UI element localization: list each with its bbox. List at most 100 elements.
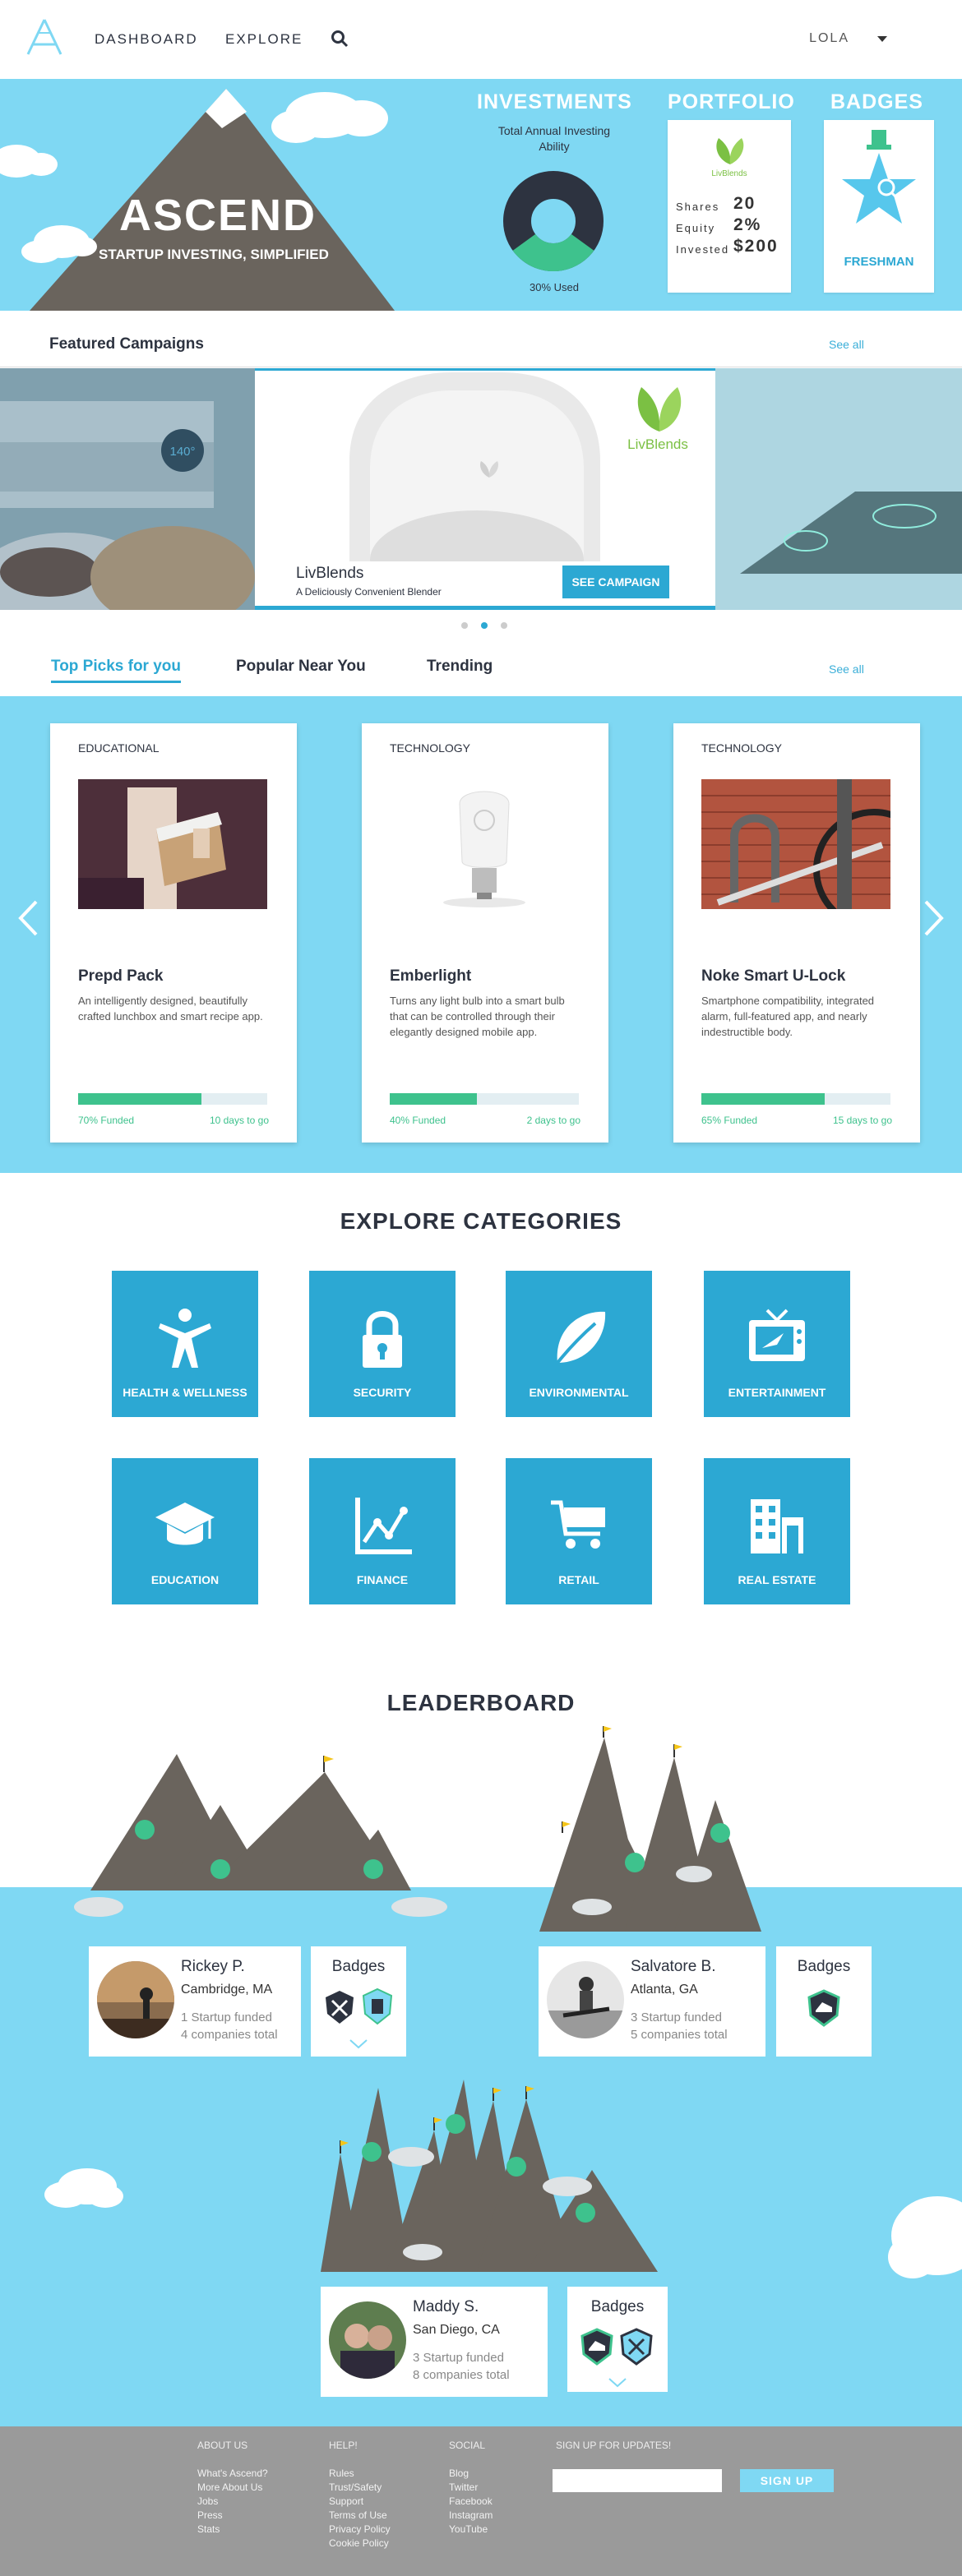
category-label: REAL ESTATE — [738, 1573, 816, 1586]
badge-card[interactable]: FRESHMAN — [824, 120, 934, 293]
carousel-dot[interactable] — [501, 622, 507, 629]
ascend-logo-icon[interactable] — [23, 16, 66, 58]
leader-badges-card[interactable]: Badges — [776, 1946, 872, 2057]
category-environmental[interactable]: ENVIRONMENTAL — [506, 1271, 652, 1417]
badges-label: Badges — [797, 1958, 851, 1975]
emberlight-image — [390, 779, 579, 909]
category-education[interactable]: EDUCATION — [112, 1458, 258, 1604]
cooktop-image — [715, 368, 962, 610]
chevron-down-icon[interactable] — [608, 2377, 627, 2389]
portfolio-row-value: 20 — [733, 194, 756, 213]
nav-explore[interactable]: EXPLORE — [225, 31, 303, 48]
user-menu[interactable]: LOLA — [809, 31, 849, 46]
signup-email-input[interactable] — [553, 2469, 722, 2492]
tab-top-picks[interactable]: Top Picks for you — [51, 658, 181, 676]
leader-total: 8 companies total — [413, 2368, 510, 2382]
footer-link[interactable]: Privacy Policy — [329, 2523, 391, 2535]
footer-link[interactable]: Press — [197, 2509, 223, 2521]
person-icon — [159, 1309, 211, 1368]
category-entertainment[interactable]: ENTERTAINMENT — [704, 1271, 850, 1417]
leader-badges-card[interactable]: Badges — [567, 2287, 668, 2392]
footer-about-heading: ABOUT US — [197, 2440, 248, 2451]
featured-brand: LivBlends — [627, 436, 688, 452]
funded-percent: 65% Funded — [701, 1115, 758, 1126]
footer-link[interactable]: Facebook — [449, 2495, 493, 2507]
carousel-slide-next[interactable] — [715, 368, 962, 610]
pick-category: TECHNOLOGY — [701, 741, 783, 755]
footer-link[interactable]: Cookie Policy — [329, 2537, 389, 2549]
footer-link[interactable]: Blog — [449, 2468, 469, 2479]
pick-category: EDUCATIONAL — [78, 741, 160, 755]
footer: ABOUT US What's Ascend? More About Us Jo… — [0, 2426, 962, 2576]
hero-title: ASCEND — [119, 191, 317, 240]
leaf-icon — [637, 387, 682, 432]
funded-percent: 40% Funded — [390, 1115, 446, 1126]
category-security[interactable]: SECURITY — [309, 1271, 456, 1417]
footer-link[interactable]: What's Ascend? — [197, 2468, 268, 2479]
tab-popular-near-you[interactable]: Popular Near You — [236, 658, 366, 676]
category-real-estate[interactable]: REAL ESTATE — [704, 1458, 850, 1604]
footer-link[interactable]: Support — [329, 2495, 363, 2507]
featured-see-all-link[interactable]: See all — [829, 338, 864, 351]
graduation-cap-icon — [155, 1503, 215, 1545]
nav-dashboard[interactable]: DASHBOARD — [95, 31, 198, 48]
pick-card[interactable]: TECHNOLOGY Emberlight Turns any light bu… — [362, 723, 608, 1143]
leader-card[interactable]: Maddy S. San Diego, CA 3 Startup funded … — [321, 2287, 548, 2397]
category-label: ENVIRONMENTAL — [529, 1386, 629, 1399]
pick-description: Smartphone compatibility, integrated ala… — [701, 995, 875, 1038]
category-health-wellness[interactable]: HEALTH & WELLNESS — [112, 1271, 258, 1417]
category-label: HEALTH & WELLNESS — [123, 1386, 247, 1399]
footer-link[interactable]: Jobs — [197, 2495, 218, 2507]
tab-trending[interactable]: Trending — [427, 658, 493, 676]
pick-card[interactable]: TECHNOLOGY Noke Smart U-Lock Smartphone … — [673, 723, 920, 1143]
pick-card[interactable]: EDUCATIONAL Prepd Pack An intelligently … — [50, 723, 297, 1143]
line-chart-icon — [355, 1498, 412, 1554]
signup-button[interactable]: SIGN UP — [740, 2469, 834, 2492]
leader-name: Salvatore B. — [631, 1958, 716, 1975]
investing-donut-chart — [503, 171, 604, 271]
footer-help-heading: HELP! — [329, 2440, 358, 2451]
star-badge-icon — [842, 130, 916, 224]
category-finance[interactable]: FINANCE — [309, 1458, 456, 1604]
portfolio-card[interactable]: LivBlends Shares 20 Equity 2% Invested $… — [668, 120, 791, 293]
footer-link[interactable]: YouTube — [449, 2523, 488, 2535]
leader-location: Atlanta, GA — [631, 1983, 698, 1997]
featured-campaign-card[interactable]: LivBlends LivBlends A Deliciously Conven… — [255, 368, 715, 610]
carousel-slide-previous[interactable]: 140° — [0, 368, 255, 610]
footer-link[interactable]: Terms of Use — [329, 2509, 387, 2521]
footer-link[interactable]: Stats — [197, 2523, 220, 2535]
donut-used-segment — [512, 233, 594, 271]
chevron-left-icon[interactable] — [16, 899, 39, 937]
chevron-down-icon[interactable] — [349, 2038, 368, 2050]
footer-link[interactable]: More About Us — [197, 2481, 262, 2493]
chevron-right-icon[interactable] — [923, 899, 946, 937]
footer-link[interactable]: Rules — [329, 2468, 354, 2479]
footer-link[interactable]: Twitter — [449, 2481, 478, 2493]
top-nav: DASHBOARD EXPLORE LOLA — [0, 0, 962, 79]
search-icon[interactable] — [331, 30, 349, 48]
portfolio-row-label: Equity — [676, 222, 716, 234]
leader-location: Cambridge, MA — [181, 1983, 273, 1997]
leader-card[interactable]: Salvatore B. Atlanta, GA 3 Startup funde… — [539, 1946, 765, 2057]
chevron-down-icon[interactable] — [877, 36, 887, 42]
leader-funded: 3 Startup funded — [413, 2351, 504, 2365]
investments-used: 30% Used — [530, 281, 579, 293]
category-label: ENTERTAINMENT — [728, 1386, 826, 1399]
footer-link[interactable]: Instagram — [449, 2509, 493, 2521]
building-shield-badge-icon — [362, 1987, 393, 2025]
footer-link[interactable]: Trust/Safety — [329, 2481, 382, 2493]
campaign-tagline: A Deliciously Convenient Blender — [296, 586, 442, 598]
see-campaign-button[interactable]: SEE CAMPAIGN — [562, 566, 669, 598]
carousel-dot-active[interactable] — [481, 622, 488, 629]
hammer-shield-badge-icon — [326, 1991, 354, 2024]
leader-name: Rickey P. — [181, 1958, 245, 1975]
picks-see-all-link[interactable]: See all — [829, 662, 864, 676]
category-retail[interactable]: RETAIL — [506, 1458, 652, 1604]
carousel-dot[interactable] — [461, 622, 468, 629]
leader-card[interactable]: Rickey P. Cambridge, MA 1 Startup funded… — [89, 1946, 301, 2057]
category-label: RETAIL — [558, 1573, 599, 1586]
portfolio-row-label: Invested — [676, 243, 730, 256]
portfolio-row-label: Shares — [676, 201, 720, 213]
leader-badges-card[interactable]: Badges — [311, 1946, 406, 2057]
leader-location: San Diego, CA — [413, 2323, 500, 2337]
